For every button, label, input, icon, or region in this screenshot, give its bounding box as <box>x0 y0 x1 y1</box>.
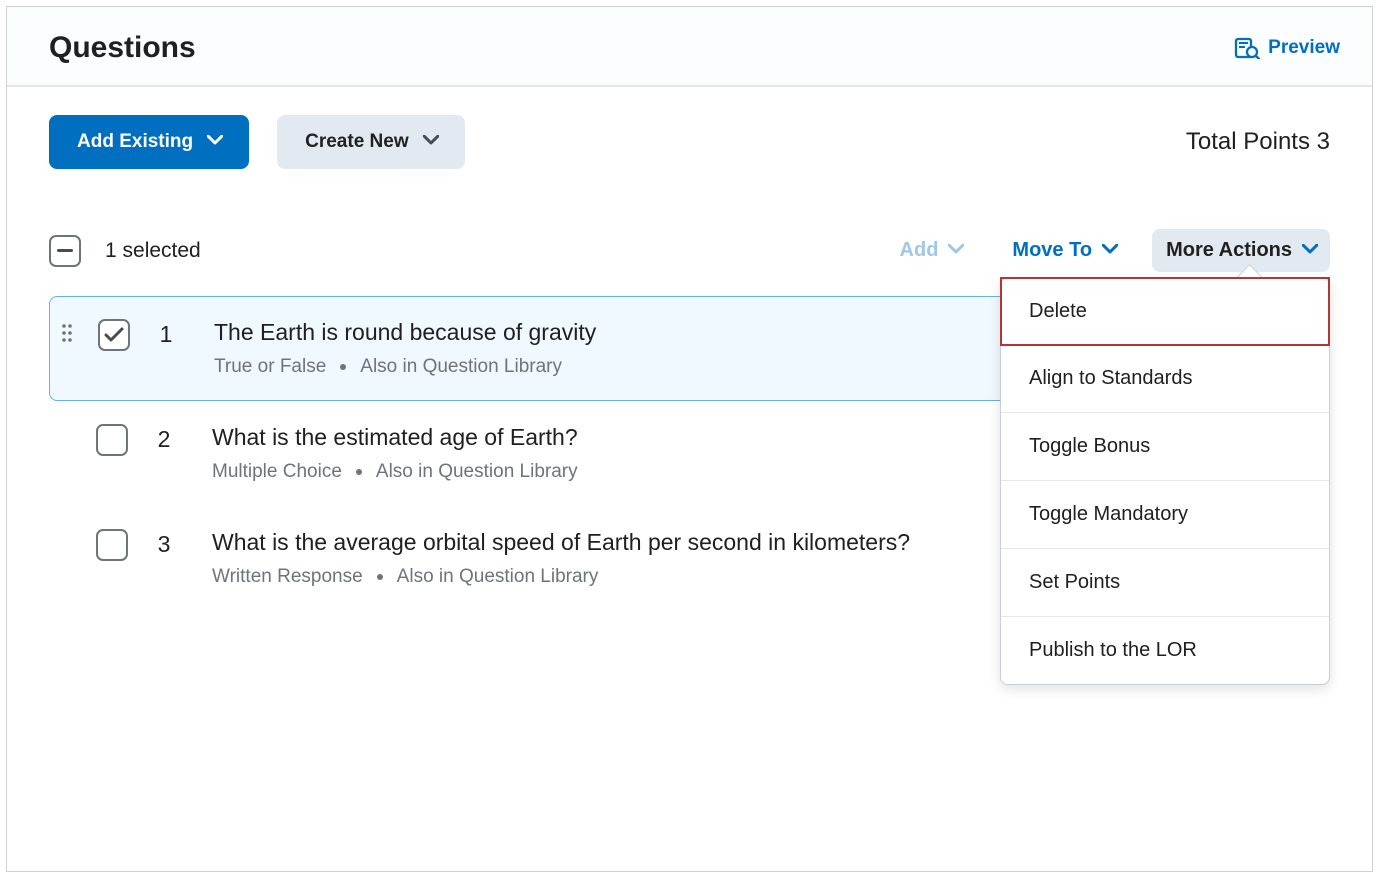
content-area: 1 selected Add Move To More Actions <box>7 181 1372 611</box>
add-label: Add <box>900 239 939 262</box>
toolbar: Add Existing Create New Total Points 3 <box>7 87 1372 181</box>
selection-toolbar: 1 selected Add Move To More Actions <box>49 229 1330 272</box>
question-type: True or False <box>214 356 326 378</box>
question-number: 3 <box>150 529 178 558</box>
add-existing-button[interactable]: Add Existing <box>49 115 249 169</box>
select-all-checkbox[interactable] <box>49 235 81 267</box>
toolbar-left: Add Existing Create New <box>49 115 465 169</box>
move-to-label: Move To <box>1012 239 1092 262</box>
questions-panel: Questions Preview Add Existing <box>6 6 1373 872</box>
selection-right: Add Move To More Actions <box>886 229 1330 272</box>
more-actions-menu-item[interactable]: Toggle Bonus <box>1001 413 1329 481</box>
move-to-action[interactable]: Move To <box>998 229 1130 272</box>
preview-link[interactable]: Preview <box>1234 37 1340 59</box>
panel-title: Questions <box>49 31 196 65</box>
chevron-down-icon <box>1302 244 1316 258</box>
more-actions-menu-item[interactable]: Set Points <box>1001 549 1329 617</box>
question-checkbox[interactable] <box>96 424 128 456</box>
bullet-icon <box>340 364 346 370</box>
question-library-label: Also in Question Library <box>397 566 599 588</box>
selected-count: 1 selected <box>105 239 201 263</box>
chevron-down-icon <box>423 135 437 149</box>
question-library-label: Also in Question Library <box>360 356 562 378</box>
add-action[interactable]: Add <box>886 229 977 272</box>
chevron-down-icon <box>207 135 221 149</box>
drag-handle-icon[interactable] <box>58 319 76 343</box>
question-type: Written Response <box>212 566 363 588</box>
more-actions-menu-item[interactable]: Publish to the LOR <box>1001 617 1329 684</box>
preview-label: Preview <box>1268 37 1340 59</box>
more-actions-menu-item[interactable]: Align to Standards <box>1001 345 1329 413</box>
question-number: 2 <box>150 424 178 453</box>
bullet-icon <box>356 469 362 475</box>
preview-icon <box>1234 37 1260 59</box>
question-library-label: Also in Question Library <box>376 461 578 483</box>
selection-left: 1 selected <box>49 235 201 267</box>
more-actions-action[interactable]: More Actions <box>1152 229 1330 272</box>
question-type: Multiple Choice <box>212 461 342 483</box>
question-number: 1 <box>152 319 180 348</box>
bullet-icon <box>377 574 383 580</box>
panel-header: Questions Preview <box>7 7 1372 87</box>
total-points: Total Points 3 <box>1186 128 1330 156</box>
create-new-label: Create New <box>305 131 409 153</box>
more-actions-menu-item[interactable]: Toggle Mandatory <box>1001 481 1329 549</box>
indeterminate-icon <box>57 249 73 252</box>
question-checkbox[interactable] <box>98 319 130 351</box>
create-new-button[interactable]: Create New <box>277 115 465 169</box>
add-existing-label: Add Existing <box>77 131 193 153</box>
more-actions-menu-item[interactable]: Delete <box>1000 277 1330 346</box>
question-checkbox[interactable] <box>96 529 128 561</box>
chevron-down-icon <box>948 244 962 258</box>
more-actions-menu: DeleteAlign to StandardsToggle BonusTogg… <box>1000 277 1330 685</box>
more-actions-label: More Actions <box>1166 239 1292 262</box>
chevron-down-icon <box>1102 244 1116 258</box>
